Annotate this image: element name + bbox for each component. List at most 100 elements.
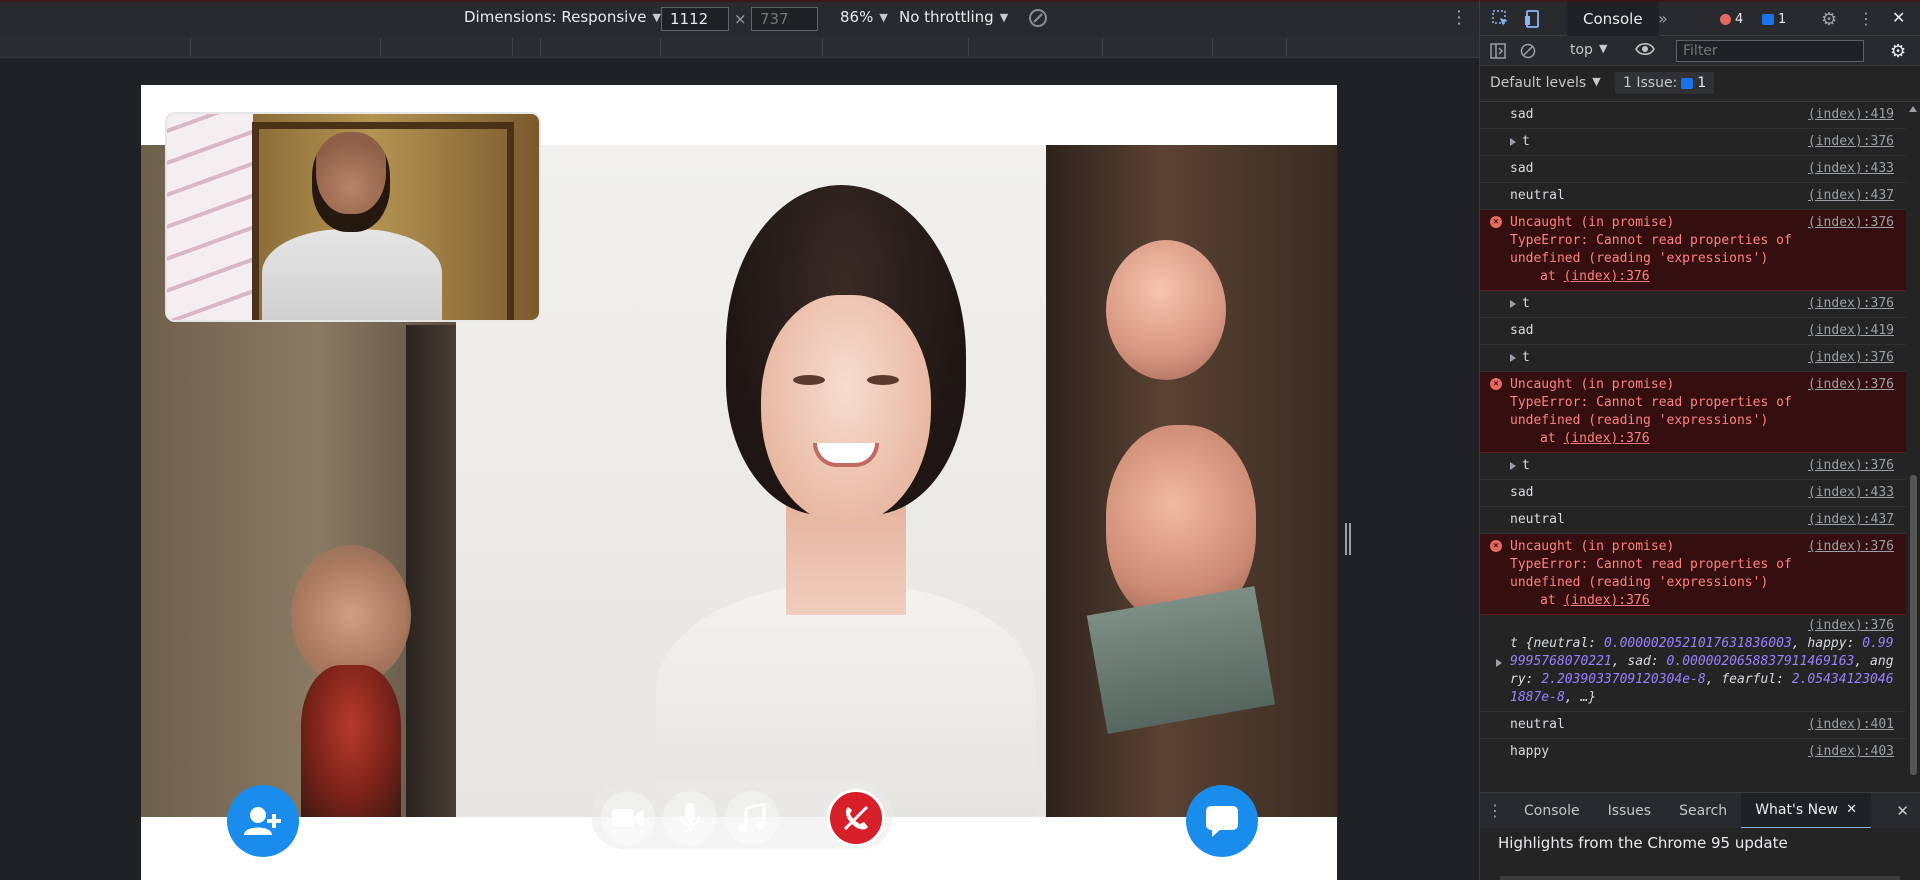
more-tabs-icon[interactable]: » <box>1658 9 1668 28</box>
object-v-neutral: 0.0000020521017631836003 <box>1603 636 1792 651</box>
message-count-badge[interactable]: 1 <box>1762 12 1786 27</box>
source-link[interactable]: (index):376 <box>1808 453 1906 479</box>
issues-count: 1 <box>1697 75 1707 91</box>
source-link[interactable]: (index):376 <box>1808 214 1906 232</box>
devtools-panel: Console » 4 1 ⚙ ⋮ ✕ top ▼ Filter ⚙ Defau… <box>1479 0 1920 880</box>
zoom-select[interactable]: 86% ▼ <box>840 8 888 26</box>
console-log-row[interactable]: t (index):376 <box>1480 453 1906 480</box>
dimensions-select[interactable]: Dimensions: Responsive ▼ <box>464 8 661 26</box>
rotate-icon[interactable] <box>1029 9 1047 27</box>
source-link[interactable]: (index):437 <box>1808 507 1906 533</box>
scroll-up-icon[interactable] <box>1909 106 1917 112</box>
error-line: Uncaught (in promise) <box>1510 215 1675 230</box>
drawer-tab-search[interactable]: Search <box>1665 793 1741 829</box>
default-levels-select[interactable]: Default levels ▼ <box>1490 75 1601 91</box>
log-text: t <box>1510 291 1530 317</box>
source-link[interactable]: (index):419 <box>1808 318 1906 344</box>
device-toolbar: Dimensions: Responsive ▼ × 86% ▼ No thro… <box>0 0 1479 36</box>
console-log-row: neutral (index):401 <box>1480 712 1906 739</box>
console-log-row[interactable]: t (index):376 <box>1480 345 1906 372</box>
stack-link[interactable]: (index):376 <box>1563 593 1649 608</box>
customize-menu-icon[interactable]: ⋮ <box>1858 9 1874 28</box>
self-view-video[interactable] <box>165 112 541 322</box>
chat-button[interactable] <box>1186 785 1258 857</box>
more-options-icon[interactable]: ⋮ <box>1450 7 1468 28</box>
source-link[interactable]: (index):433 <box>1808 156 1906 182</box>
log-value: sad <box>1510 161 1534 176</box>
drawer-tab-label: Console <box>1524 802 1580 819</box>
expand-triangle-icon[interactable] <box>1510 299 1516 308</box>
source-link[interactable]: (index):376 <box>1808 129 1906 155</box>
log-value: neutral <box>1510 188 1565 203</box>
expand-triangle-icon[interactable] <box>1496 659 1502 667</box>
clear-console-icon[interactable] <box>1520 43 1536 59</box>
chevron-down-icon: ▼ <box>652 10 661 24</box>
issue-icon <box>1681 77 1694 89</box>
console-log-row[interactable]: t (index):376 <box>1480 129 1906 156</box>
console-object-row[interactable]: (index):376 t {neutral: 0.000002052101763… <box>1480 615 1906 712</box>
object-summary: t {neutral: 0.0000020521017631836003, ha… <box>1496 635 1906 707</box>
console-scroll-thumb[interactable] <box>1910 475 1917 775</box>
issues-button[interactable]: 1 Issue: 1 <box>1615 72 1715 94</box>
log-value: happy <box>1510 744 1550 759</box>
drawer-tab-label: What's New <box>1755 801 1839 818</box>
live-expression-eye-icon[interactable] <box>1635 42 1655 56</box>
drawer-tab-console[interactable]: Console <box>1510 793 1594 829</box>
log-value: neutral <box>1510 512 1565 527</box>
close-drawer-icon[interactable]: ✕ <box>1896 802 1909 820</box>
camera-toggle-button[interactable] <box>601 791 655 845</box>
context-selector[interactable]: top ▼ <box>1570 42 1607 58</box>
add-user-icon <box>244 807 281 835</box>
expand-triangle-icon[interactable] <box>1510 461 1516 470</box>
viewport-resize-handle[interactable] <box>1345 523 1353 555</box>
sidebar-toggle-icon[interactable] <box>1490 43 1506 59</box>
error-line: Uncaught (in promise) <box>1510 377 1675 392</box>
source-link[interactable]: (index):376 <box>1808 291 1906 317</box>
source-link[interactable]: (index):433 <box>1808 480 1906 506</box>
throttling-select[interactable]: No throttling ▼ <box>899 8 1008 26</box>
expand-triangle-icon[interactable] <box>1510 353 1516 362</box>
source-link[interactable]: (index):376 <box>1808 617 1906 635</box>
console-error-row[interactable]: × Uncaught (in promise) TypeError: Cannot … <box>1480 210 1906 291</box>
close-tab-icon[interactable]: ✕ <box>1846 802 1857 817</box>
drawer-tab-issues[interactable]: Issues <box>1594 793 1666 829</box>
source-link[interactable]: (index):376 <box>1808 376 1906 394</box>
console-filter-input[interactable] <box>1676 40 1864 62</box>
object-v-sad: 0.0000020658837911469163 <box>1666 654 1855 669</box>
stack-prefix: at <box>1540 593 1564 608</box>
message-icon <box>1762 14 1774 25</box>
stack-link[interactable]: (index):376 <box>1563 431 1649 446</box>
expand-triangle-icon[interactable] <box>1510 137 1516 146</box>
stack-link[interactable]: (index):376 <box>1563 269 1649 284</box>
source-link[interactable]: (index):419 <box>1808 102 1906 128</box>
error-count-badge[interactable]: 4 <box>1720 12 1743 27</box>
height-input[interactable] <box>751 7 818 31</box>
close-devtools-icon[interactable]: ✕ <box>1892 8 1905 27</box>
end-call-button[interactable] <box>827 789 885 847</box>
console-settings-gear-icon[interactable]: ⚙ <box>1890 41 1906 62</box>
console-error-row[interactable]: × Uncaught (in promise) TypeError: Cannot … <box>1480 372 1906 453</box>
drawer-menu-icon[interactable]: ⋮ <box>1480 801 1510 820</box>
add-participant-button[interactable] <box>227 785 299 857</box>
tab-console[interactable]: Console <box>1567 2 1659 38</box>
device-toolbar-toggle-icon[interactable] <box>1524 10 1542 28</box>
console-log-row[interactable]: t (index):376 <box>1480 291 1906 318</box>
width-input[interactable] <box>661 7 729 31</box>
source-link[interactable]: (index):376 <box>1808 345 1906 371</box>
object-prefix: t { <box>1510 636 1534 651</box>
drawer-tab-what-s-new[interactable]: What's New ✕ <box>1741 792 1872 829</box>
music-button[interactable] <box>725 791 779 845</box>
source-link[interactable]: (index):376 <box>1808 538 1906 556</box>
source-link[interactable]: (index):403 <box>1808 739 1906 762</box>
source-link[interactable]: (index):401 <box>1808 712 1906 738</box>
source-link[interactable]: (index):437 <box>1808 183 1906 209</box>
devtools-tab-bar: Console » 4 1 ⚙ ⋮ ✕ <box>1480 0 1920 38</box>
chevron-down-icon: ▼ <box>879 10 888 24</box>
settings-gear-icon[interactable]: ⚙ <box>1821 9 1837 30</box>
log-text: sad <box>1510 156 1533 182</box>
log-value: sad <box>1510 323 1534 338</box>
chevron-down-icon: ▼ <box>1598 42 1608 55</box>
microphone-toggle-button[interactable] <box>663 791 717 845</box>
console-error-row[interactable]: × Uncaught (in promise) TypeError: Cannot … <box>1480 534 1906 615</box>
inspect-element-icon[interactable] <box>1492 10 1510 28</box>
